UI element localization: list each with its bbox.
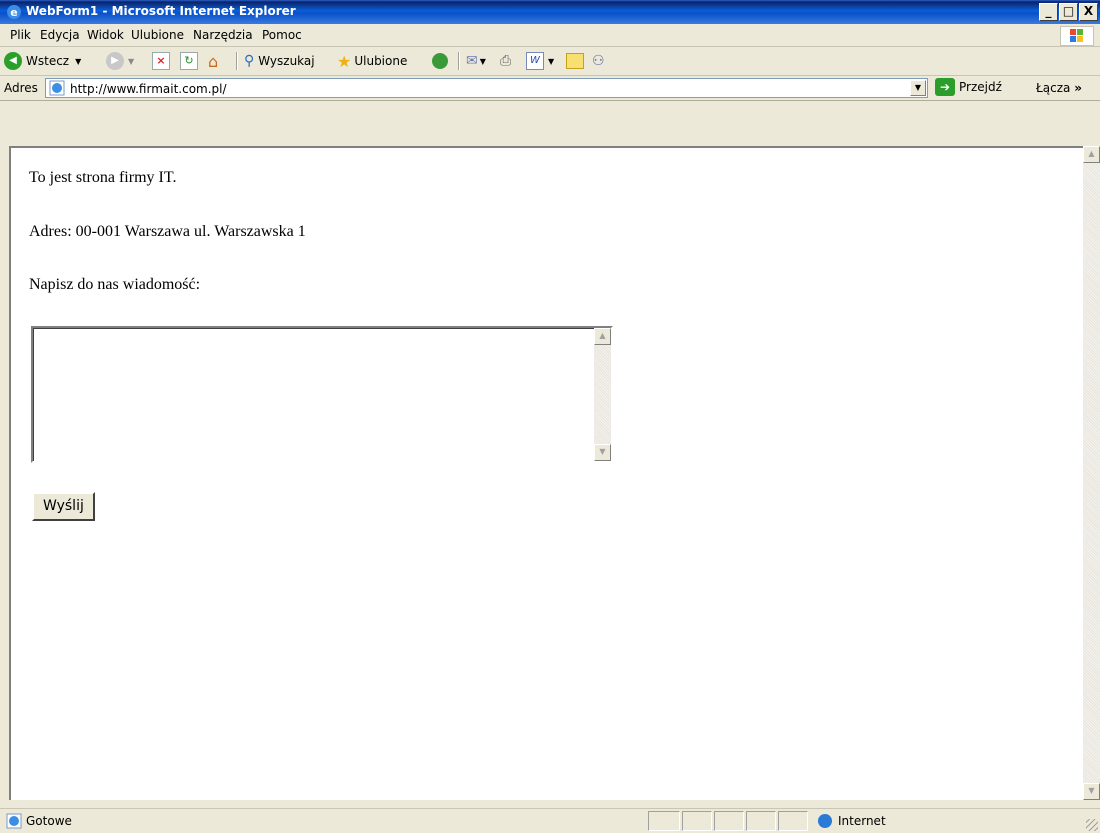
status-bar: Gotowe Internet [0,808,1100,833]
status-text: Gotowe [26,814,72,828]
search-button[interactable]: ⚲ Wyszukaj [244,50,315,72]
edit-button[interactable]: W ▼ [526,50,554,72]
status-cell [682,811,712,831]
address-bar: Adres http://www.firmait.com.pl/ ▼ ➔ Prz… [0,76,1100,101]
refresh-button[interactable]: ↻ [180,50,198,72]
page-content: To jest strona firmy IT. Adres: 00-001 W… [9,146,1084,800]
chevron-down-icon[interactable]: ▼ [75,57,81,66]
status-cell [648,811,680,831]
maximize-button[interactable]: □ [1059,3,1078,21]
favorites-label: Ulubione [354,54,408,68]
message-prompt: Napisz do nas wiadomość: [29,276,201,293]
page-icon [49,80,65,96]
home-icon: ⌂ [208,51,219,71]
zone-label: Internet [838,814,886,828]
status-cell [778,811,808,831]
security-zone: Internet [818,814,886,828]
menu-help[interactable]: Pomoc [262,28,302,42]
ie-logo-icon: e [7,5,21,19]
forward-button[interactable]: ▶ ▼ [106,50,134,72]
refresh-icon: ↻ [180,52,198,70]
chevron-down-icon[interactable]: ▼ [480,57,486,66]
history-icon [432,53,448,69]
resize-grip-icon[interactable] [1086,819,1098,831]
print-icon: ⎙ [500,53,512,69]
more-chevron-icon: » [1074,81,1082,95]
search-icon: ⚲ [244,53,255,69]
scroll-up-button[interactable]: ▲ [594,328,611,345]
menu-file[interactable]: Plik [10,28,31,42]
address-url: http://www.firmait.com.pl/ [70,82,227,96]
chevron-down-icon[interactable]: ▼ [128,57,134,66]
scroll-down-button[interactable]: ▼ [1083,783,1100,800]
search-label: Wyszukaj [258,54,315,68]
address-text: Adres: 00-001 Warszawa ul. Warszawska 1 [29,223,306,240]
windows-logo-icon [1060,26,1094,46]
address-label: Adres [4,81,38,95]
back-label: Wstecz [26,54,70,68]
page-status-icon [6,813,22,829]
go-button[interactable]: ➔ Przejdź [935,78,1002,96]
print-button[interactable]: ⎙ [500,50,511,72]
forward-icon: ▶ [106,52,124,70]
chevron-down-icon[interactable]: ▼ [548,57,554,66]
address-input[interactable]: http://www.firmait.com.pl/ ▼ [45,78,928,98]
notes-button[interactable] [566,50,584,72]
menu-view[interactable]: Widok [87,28,124,42]
address-dropdown-button[interactable]: ▼ [910,80,926,96]
go-arrow-icon: ➔ [935,78,955,96]
messenger-icon: ⚇ [592,53,605,69]
menu-bar: Plik Edycja Widok Ulubione Narzędzia Pom… [0,24,1100,47]
title-bar: e WebForm1 - Microsoft Internet Explorer… [0,0,1100,24]
status-cell [714,811,744,831]
favorites-button[interactable]: ★ Ulubione [337,50,407,72]
scroll-up-button[interactable]: ▲ [1083,146,1100,163]
send-button[interactable]: Wyślij [32,492,95,521]
mail-icon: ✉ [466,53,478,69]
close-button[interactable]: X [1079,3,1098,21]
messenger-button[interactable]: ⚇ [592,50,605,72]
stop-button[interactable]: × [152,50,170,72]
intro-text: To jest strona firmy IT. [29,169,177,186]
menu-favorites[interactable]: Ulubione [131,28,184,42]
scroll-down-button[interactable]: ▼ [594,444,611,461]
back-icon: ◀ [4,52,22,70]
menu-tools[interactable]: Narzędzia [193,28,253,42]
notes-icon [566,53,584,69]
textarea-scrollbar[interactable]: ▲ ▼ [594,328,611,461]
chevron-down-icon: ▼ [914,83,922,92]
home-button[interactable]: ⌂ [208,50,218,72]
back-button[interactable]: ◀ Wstecz ▼ [4,50,81,72]
stop-icon: × [152,52,170,70]
favorites-icon: ★ [337,51,352,71]
mail-button[interactable]: ✉ ▼ [466,50,486,72]
menu-edit[interactable]: Edycja [40,28,80,42]
message-textarea[interactable]: ▲ ▼ [31,326,613,463]
globe-icon [818,814,832,828]
go-label: Przejdź [959,80,1002,94]
standard-toolbar: ◀ Wstecz ▼ ▶ ▼ × ↻ ⌂ ⚲ Wyszukaj ★ Ulubio… [0,47,1100,76]
window-title: WebForm1 - Microsoft Internet Explorer [26,4,296,18]
page-scrollbar[interactable]: ▲ ▼ [1083,146,1100,800]
history-button[interactable] [432,50,448,72]
status-cell [746,811,776,831]
links-button[interactable]: Łącza » [1036,81,1082,95]
svg-text:e: e [10,6,17,19]
minimize-button[interactable]: _ [1039,3,1058,21]
edit-icon: W [526,52,544,70]
